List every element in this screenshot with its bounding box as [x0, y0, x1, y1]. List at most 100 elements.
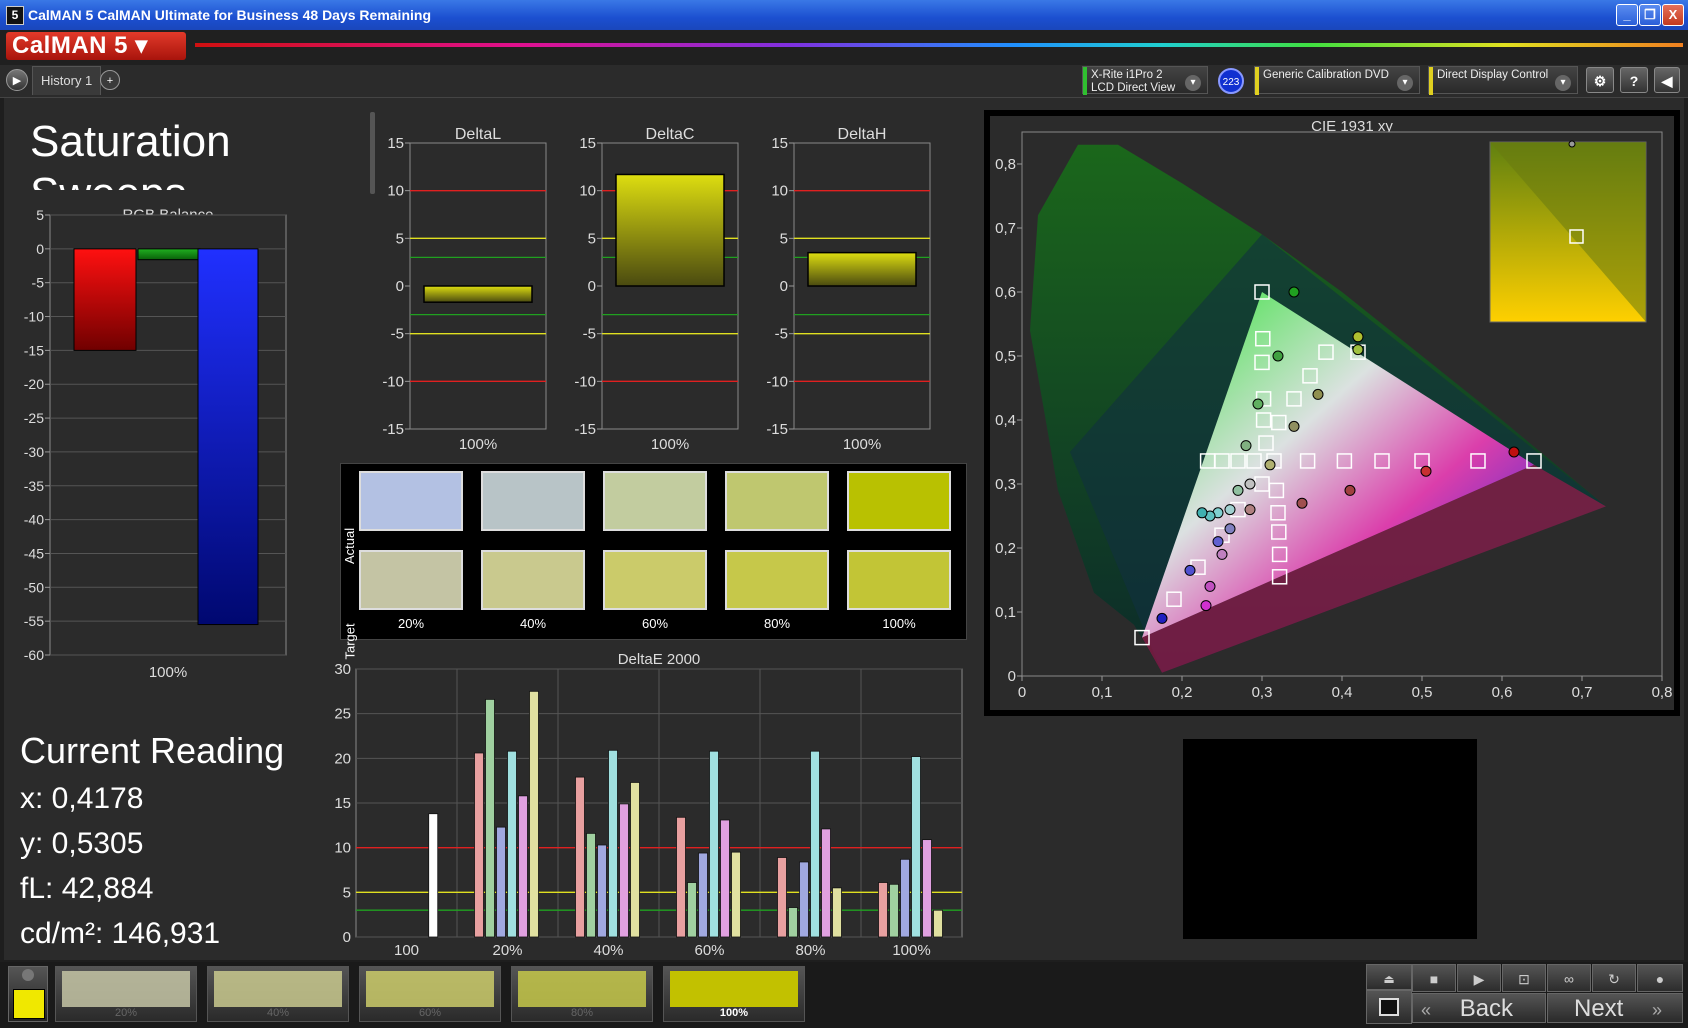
x-tick-label: 100% — [651, 436, 689, 453]
x-tick-label: 100% — [149, 664, 187, 681]
x-tick-label: 40% — [593, 942, 623, 959]
collapse-panel-icon[interactable]: ◀ — [1654, 67, 1680, 93]
delta-e-bar — [496, 826, 506, 938]
reading-x: x: 0,4178 — [20, 782, 144, 815]
y-tick-label: -60 — [24, 647, 44, 663]
maximize-button[interactable]: ❐ — [1639, 4, 1661, 26]
eject-icon[interactable]: ⏏ — [1366, 964, 1412, 990]
help-icon[interactable]: ? — [1620, 67, 1648, 93]
measured-point — [1240, 440, 1252, 452]
app-header — [0, 30, 1688, 65]
swatch-label: 100% — [882, 616, 916, 631]
stop-icon[interactable]: ■ — [1412, 964, 1456, 992]
y-tick-label: 15 — [771, 135, 788, 152]
y-tick-label: 0,6 — [995, 284, 1016, 301]
play-icon[interactable]: ▶ — [1457, 964, 1501, 992]
delta-e-bar — [799, 861, 809, 938]
delta-e-bar — [529, 690, 539, 938]
delta-e-bar — [832, 887, 842, 938]
workflow-menu-arrow-icon[interactable]: ▶ — [6, 69, 28, 91]
chevron-down-icon[interactable]: ▾ — [1397, 75, 1413, 91]
y-tick-label: -45 — [24, 545, 44, 561]
measure-frame-icon[interactable]: ⊡ — [1502, 964, 1546, 992]
chevron-down-icon[interactable]: ▾ — [1555, 75, 1571, 91]
target-swatch — [847, 550, 951, 610]
x-tick-label: 20% — [492, 942, 522, 959]
chevron-down-icon[interactable]: ▾ — [1185, 75, 1201, 91]
minimize-button[interactable]: _ — [1616, 4, 1638, 26]
display-selector[interactable]: Direct Display Control ▾ — [1428, 66, 1578, 95]
display-status-stripe — [1429, 67, 1433, 95]
x-tick-label: 0,4 — [1332, 684, 1353, 701]
y-tick-label: -5 — [32, 275, 45, 291]
next-button[interactable]: Next » — [1547, 993, 1683, 1023]
current-color-swatch — [13, 989, 45, 1019]
page-title-clip: Saturation Sweeps — [30, 116, 330, 190]
x-tick-label: 100% — [459, 436, 497, 453]
pattern-thumbnail[interactable]: 20% — [55, 966, 197, 1022]
pattern-thumbnail[interactable]: 80% — [511, 966, 653, 1022]
stop-icon — [1379, 998, 1399, 1016]
source-status-stripe — [1255, 67, 1259, 95]
refresh-icon[interactable]: ↻ — [1592, 964, 1636, 992]
current-reading-heading: Current Reading — [20, 730, 285, 771]
stop-button[interactable] — [1366, 990, 1412, 1024]
thumbnail-swatch — [670, 971, 798, 1007]
y-tick-label: -30 — [24, 444, 44, 460]
source-selector[interactable]: Generic Calibration DVD ▾ — [1254, 66, 1420, 95]
delta-e-bar — [608, 749, 618, 938]
x-tick-label: 0,8 — [1652, 684, 1673, 701]
delta-e-bar — [687, 882, 697, 938]
y-tick-label: 15 — [334, 795, 351, 812]
add-tab-button[interactable]: + — [100, 70, 120, 90]
pattern-thumbnail[interactable]: 60% — [359, 966, 501, 1022]
measured-point — [1288, 286, 1300, 298]
rainbow-strip — [195, 43, 1683, 47]
scroll-handle[interactable] — [370, 112, 375, 194]
next-label: Next — [1574, 995, 1624, 1022]
pattern-preview — [1183, 739, 1477, 939]
measured-point — [1272, 350, 1284, 362]
pattern-thumbnail[interactable]: 100% — [663, 966, 805, 1022]
thumbnail-swatch — [62, 971, 190, 1007]
current-color-indicator[interactable] — [8, 966, 48, 1022]
meter-count-badge[interactable]: 223 — [1218, 68, 1244, 94]
chart-title: DeltaH — [838, 126, 887, 143]
y-tick-label: 20 — [334, 750, 351, 767]
gear-icon[interactable]: ⚙ — [1586, 67, 1614, 93]
y-tick-label: 0 — [396, 278, 404, 295]
calman-logo-menu[interactable]: CalMAN 5 ▾ — [6, 32, 186, 60]
target-swatch — [481, 550, 585, 610]
actual-swatch — [847, 471, 951, 531]
tab-history-1[interactable]: History 1 — [32, 66, 102, 95]
meter-selector[interactable]: X-Rite i1Pro 2 LCD Direct View ▾ — [1082, 66, 1208, 95]
back-label: Back — [1459, 995, 1514, 1022]
measured-point — [1296, 497, 1308, 509]
back-button[interactable]: « Back — [1412, 993, 1546, 1023]
zoom-measured-point — [1568, 140, 1576, 148]
bar — [615, 173, 725, 287]
thumbnail-label: 20% — [114, 1007, 138, 1019]
record-icon[interactable]: ● — [1637, 964, 1683, 992]
x-tick-label: 60% — [694, 942, 724, 959]
delta-e-bar — [518, 795, 528, 938]
meter-mode: LCD Direct View — [1091, 82, 1176, 94]
delta-e-bar — [676, 816, 686, 938]
measured-point — [1156, 612, 1168, 624]
delta-e-bar — [619, 803, 629, 938]
page-title: Saturation Sweeps — [30, 117, 231, 190]
measured-point — [1224, 523, 1236, 535]
measured-point — [1200, 600, 1212, 612]
y-tick-label: 0,1 — [995, 604, 1016, 621]
actual-swatch — [359, 471, 463, 531]
delta-e-bar — [922, 839, 932, 938]
delta-e-bar — [731, 851, 741, 938]
y-tick-label: 0 — [36, 241, 44, 257]
measured-point — [1216, 548, 1228, 560]
pattern-thumbnail[interactable]: 40% — [207, 966, 349, 1022]
loop-icon[interactable]: ∞ — [1547, 964, 1591, 992]
reading-y: y: 0,5305 — [20, 827, 144, 860]
thumbnail-label: 80% — [570, 1007, 594, 1019]
close-button[interactable]: X — [1662, 4, 1684, 26]
cie-1931-chart: CIE 1931 xy0 0,1 0,2 0,3 0,4 0,5 0,6 0,7 0,800,1… — [990, 116, 1674, 710]
